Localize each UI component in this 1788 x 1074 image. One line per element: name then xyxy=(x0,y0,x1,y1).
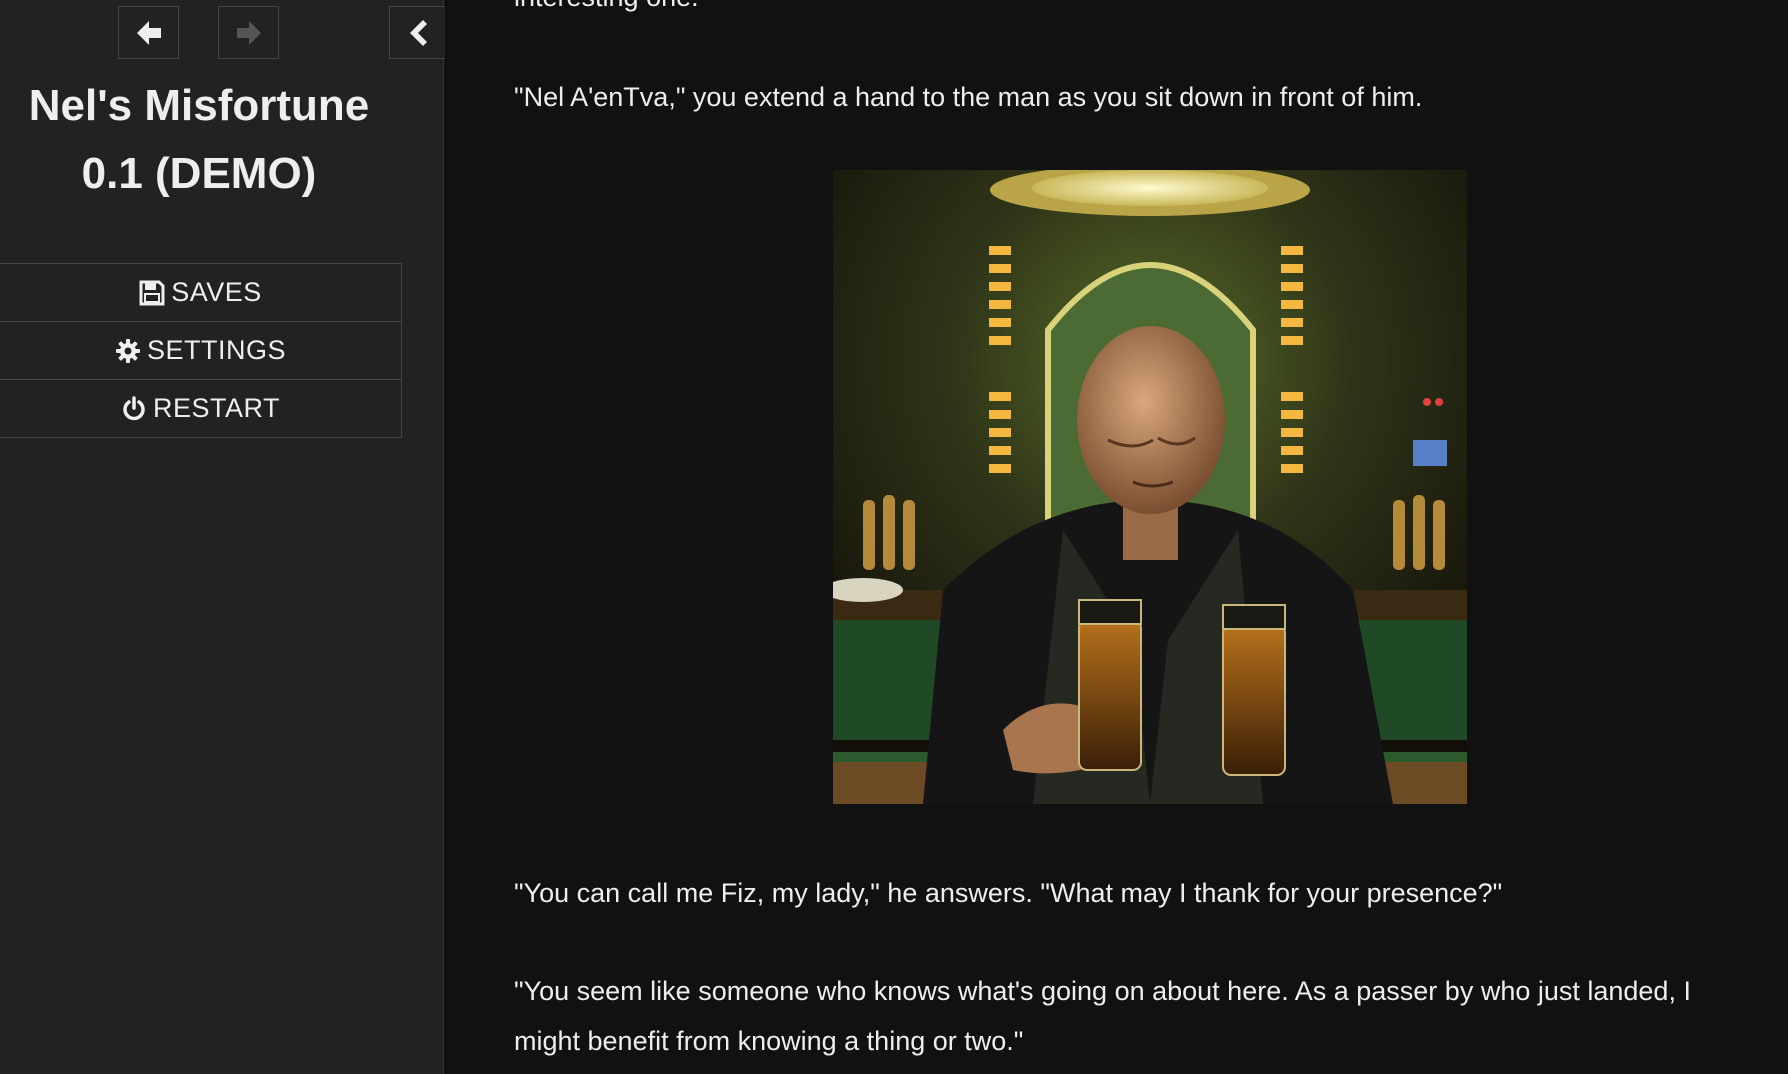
menu-item-label: SETTINGS xyxy=(146,335,286,365)
passage-paragraph: "You seem like someone who knows what's … xyxy=(514,976,1691,1056)
character-portrait xyxy=(833,170,1467,804)
passage-paragraph: "Nel A'enTva," you extend a hand to the … xyxy=(514,82,1423,112)
arrow-left-icon xyxy=(136,20,161,45)
sidebar: Nel's Misfortune 0.1 (DEMO) SAVES SETTIN… xyxy=(0,0,445,1074)
menu-item-label: SAVES xyxy=(171,277,262,307)
passage-paragraph: interesting one. xyxy=(514,0,699,22)
history-forward-button[interactable] xyxy=(218,6,279,59)
menu-item-saves[interactable]: SAVES xyxy=(0,264,402,322)
story-menu: SAVES SETTINGS RESTART xyxy=(0,263,402,438)
passage-paragraph: "You can call me Fiz, my lady," he answe… xyxy=(514,878,1503,908)
menu-item-restart[interactable]: RESTART xyxy=(0,380,402,438)
floppy-disk-icon xyxy=(139,280,165,305)
power-icon xyxy=(123,395,145,420)
menu-item-label: RESTART xyxy=(152,393,281,423)
sidebar-toggle-button[interactable] xyxy=(389,6,445,59)
menu-item-settings[interactable]: SETTINGS xyxy=(0,322,402,380)
gear-icon xyxy=(115,338,140,363)
chevron-left-icon xyxy=(409,19,427,46)
arrow-right-icon xyxy=(236,20,261,45)
story-title: Nel's Misfortune 0.1 (DEMO) xyxy=(28,81,370,198)
history-back-button[interactable] xyxy=(118,6,179,59)
